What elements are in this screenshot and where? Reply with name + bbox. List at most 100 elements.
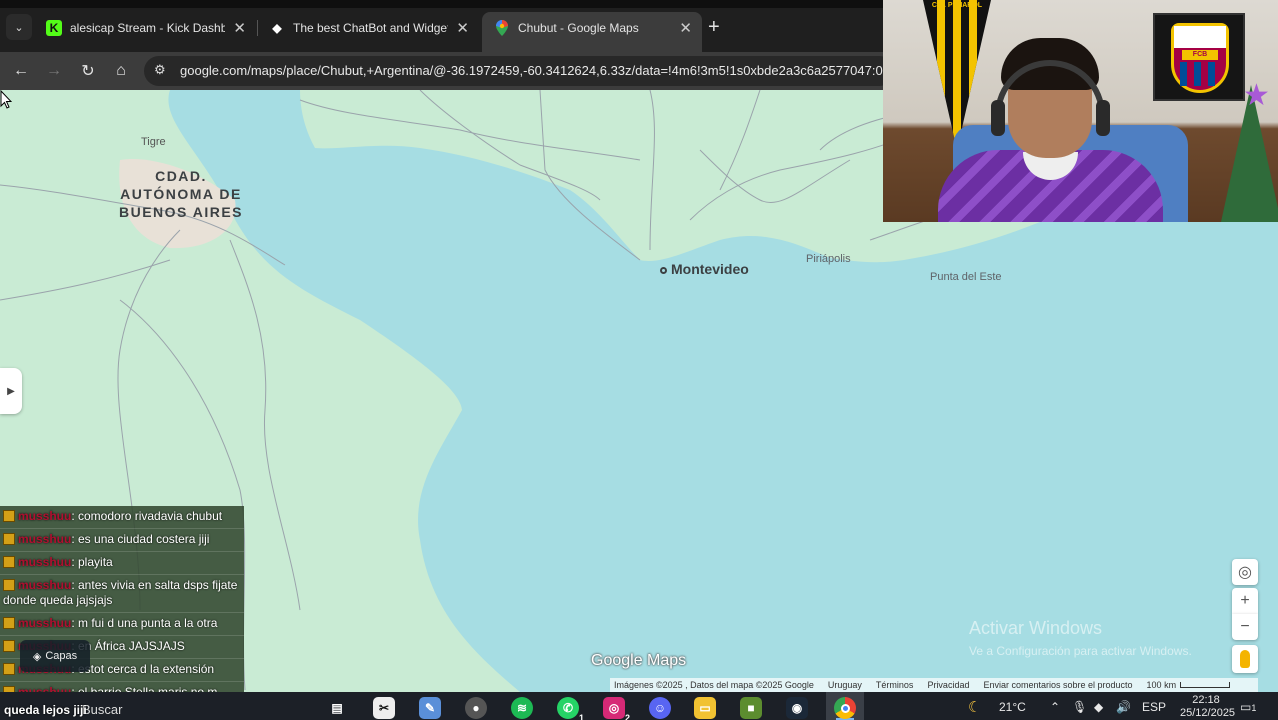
chat-badge-icon	[3, 510, 15, 522]
watermark-title: Activar Windows	[969, 618, 1103, 638]
taskbar-clock[interactable]: 22:18 25/12/2025	[1180, 694, 1235, 720]
crest-text: FCB	[1182, 50, 1218, 60]
chat-username: musshuu	[18, 578, 72, 592]
browser-tabbar: ⌄ K alesicap Stream - Kick Dashboa ✕ ◆ T…	[0, 0, 883, 52]
paint-app-icon[interactable]: ✎	[419, 697, 441, 719]
chat-badge-icon	[3, 556, 15, 568]
whatsapp-icon[interactable]: ✆ 1	[557, 697, 584, 720]
network-icon[interactable]: ◆	[1094, 700, 1103, 714]
forward-arrow-icon[interactable]: →	[43, 60, 65, 82]
capcut-icon[interactable]: ✂	[373, 697, 395, 719]
chat-badge-icon	[3, 533, 15, 545]
new-tab-button[interactable]: +	[708, 16, 720, 39]
scale-bar	[1180, 682, 1231, 688]
chat-message-continuation: queda lejos jiji	[4, 703, 87, 717]
tab-google-maps[interactable]: Chubut - Google Maps ✕	[482, 12, 702, 52]
crest-stripe	[1194, 62, 1201, 86]
pennant-text: C.A. PEÑAROL	[931, 2, 983, 9]
chat-text: : es una ciudad costera jiji	[71, 532, 210, 546]
site-info-icon[interactable]: ⚙	[154, 62, 166, 78]
chat-message: musshuu: m fui d una punta a la otra	[0, 613, 244, 636]
terms-link[interactable]: Términos	[876, 680, 914, 690]
chat-text: : estot cerca d la extensión	[71, 662, 215, 676]
chat-badge-icon	[3, 640, 15, 652]
whatsapp-badge: 1	[578, 713, 584, 720]
task-view-icon[interactable]: ▤	[326, 697, 348, 719]
close-tab-icon[interactable]: ✕	[233, 19, 246, 37]
tree-star-icon: ★	[1243, 79, 1270, 112]
tab-chatbot-widgets[interactable]: ◆ The best ChatBot and Widgets ✕	[257, 12, 479, 44]
steam-icon[interactable]: ◉	[786, 697, 808, 719]
attribution-country[interactable]: Uruguay	[828, 680, 862, 690]
windows-activation-watermark: Activar Windows Ve a Configuración para …	[969, 618, 1192, 658]
chrome-icon[interactable]	[834, 697, 856, 719]
webcam-overlay: C.A. PEÑAROL FCB ★	[883, 0, 1278, 222]
notification-count: 1	[1251, 703, 1257, 713]
close-tab-icon[interactable]: ✕	[679, 19, 692, 37]
minecraft-icon[interactable]: ■	[740, 697, 762, 719]
kick-icon: K	[46, 20, 62, 36]
crest-stripe	[1208, 62, 1215, 86]
file-explorer-icon[interactable]: ▭	[694, 697, 716, 719]
map-layers-button[interactable]: ◈ Capas	[20, 640, 90, 672]
weather-temp[interactable]: 21°C	[999, 700, 1026, 714]
browser-toolbar: ← → ↻ ⌂ ⚙ google.com/maps/place/Chubut,+…	[0, 52, 894, 90]
windows-taskbar: Buscar ▤ ✂ ✎ ● ≋ ✆ 1 ◎ 2 ☺ ▭ ■ ◉ ☾ 21°C ⌃ …	[0, 692, 1278, 720]
close-tab-icon[interactable]: ✕	[456, 19, 469, 37]
tab-kick-dashboard[interactable]: K alesicap Stream - Kick Dashboa ✕	[34, 12, 256, 44]
tabbar-strip	[0, 0, 883, 8]
spotify-icon[interactable]: ≋	[511, 697, 533, 719]
chevron-up-icon[interactable]: ⌃	[1050, 700, 1060, 714]
map-scale[interactable]: 100 km	[1147, 680, 1231, 690]
url-text[interactable]: google.com/maps/place/Chubut,+Argentina/…	[180, 63, 883, 78]
chat-username: musshuu	[18, 509, 72, 523]
chat-text: : comodoro rivadavia chubut	[71, 509, 223, 523]
moon-weather-icon[interactable]: ☾	[968, 698, 981, 716]
taskbar-search[interactable]: Buscar	[82, 702, 122, 717]
chat-username: musshuu	[18, 532, 72, 546]
chat-message: musshuu: playita	[0, 552, 244, 575]
tab-search-menu-button[interactable]: ⌄	[6, 14, 32, 40]
crest-stripe	[1180, 62, 1187, 86]
volume-icon[interactable]: 🔊	[1116, 700, 1131, 714]
crest-top	[1174, 26, 1226, 48]
google-maps-logo: Google Maps	[591, 652, 687, 669]
map-label-montevideo-text: Montevideo	[671, 261, 749, 277]
zoom-out-button[interactable]: −	[1232, 614, 1258, 640]
attribution-images: Imágenes ©2025 , Datos del mapa ©2025 Go…	[614, 680, 814, 690]
chat-text: : playita	[71, 555, 113, 569]
reload-icon[interactable]: ↻	[77, 60, 99, 82]
tab-title: The best ChatBot and Widgets	[293, 21, 448, 35]
chat-badge-icon	[3, 663, 15, 675]
side-panel-toggle-button[interactable]: ▶	[0, 368, 22, 414]
obs-icon[interactable]: ●	[465, 697, 487, 719]
chat-message: musshuu: comodoro rivadavia chubut	[0, 506, 244, 529]
chat-username: musshuu	[18, 555, 72, 569]
map-label-caba: CDAD. AUTÓNOMA DE BUENOS AIRES	[116, 167, 246, 221]
chat-message: musshuu: antes vivia en salta dsps fijat…	[0, 575, 244, 613]
street-view-pegman-icon[interactable]	[1232, 645, 1258, 673]
pennant-stripe	[953, 0, 961, 150]
zoom-in-button[interactable]: +	[1232, 588, 1258, 614]
address-bar[interactable]: ⚙ google.com/maps/place/Chubut,+Argentin…	[144, 56, 894, 86]
scale-label: 100 km	[1146, 680, 1177, 690]
map-label-caba-line3: BUENOS AIRES	[118, 204, 244, 220]
layers-label: Capas	[45, 650, 78, 662]
privacy-link[interactable]: Privacidad	[927, 680, 969, 690]
pennant-stripe	[937, 0, 945, 150]
tab-title: Chubut - Google Maps	[518, 21, 639, 35]
discord-icon[interactable]: ☺	[649, 697, 671, 719]
feedback-link[interactable]: Enviar comentarios sobre el producto	[983, 680, 1132, 690]
microphone-icon[interactable]: 🎙	[1072, 700, 1087, 714]
map-label-montevideo[interactable]: Montevideo	[660, 261, 749, 277]
my-location-button[interactable]: ◎	[1232, 559, 1258, 585]
clock-time: 22:18	[1192, 694, 1220, 706]
instagram-icon[interactable]: ◎ 2	[603, 697, 630, 720]
stream-chat-overlay: musshuu: comodoro rivadavia chubut mussh…	[0, 506, 244, 706]
back-arrow-icon[interactable]: ←	[10, 60, 32, 82]
home-icon[interactable]: ⌂	[110, 60, 132, 82]
notifications-icon[interactable]: ▭1	[1240, 700, 1256, 714]
input-language[interactable]: ESP	[1142, 700, 1166, 714]
headset-ear-cup	[991, 100, 1005, 136]
tab-title: alesicap Stream - Kick Dashboa	[70, 21, 225, 35]
